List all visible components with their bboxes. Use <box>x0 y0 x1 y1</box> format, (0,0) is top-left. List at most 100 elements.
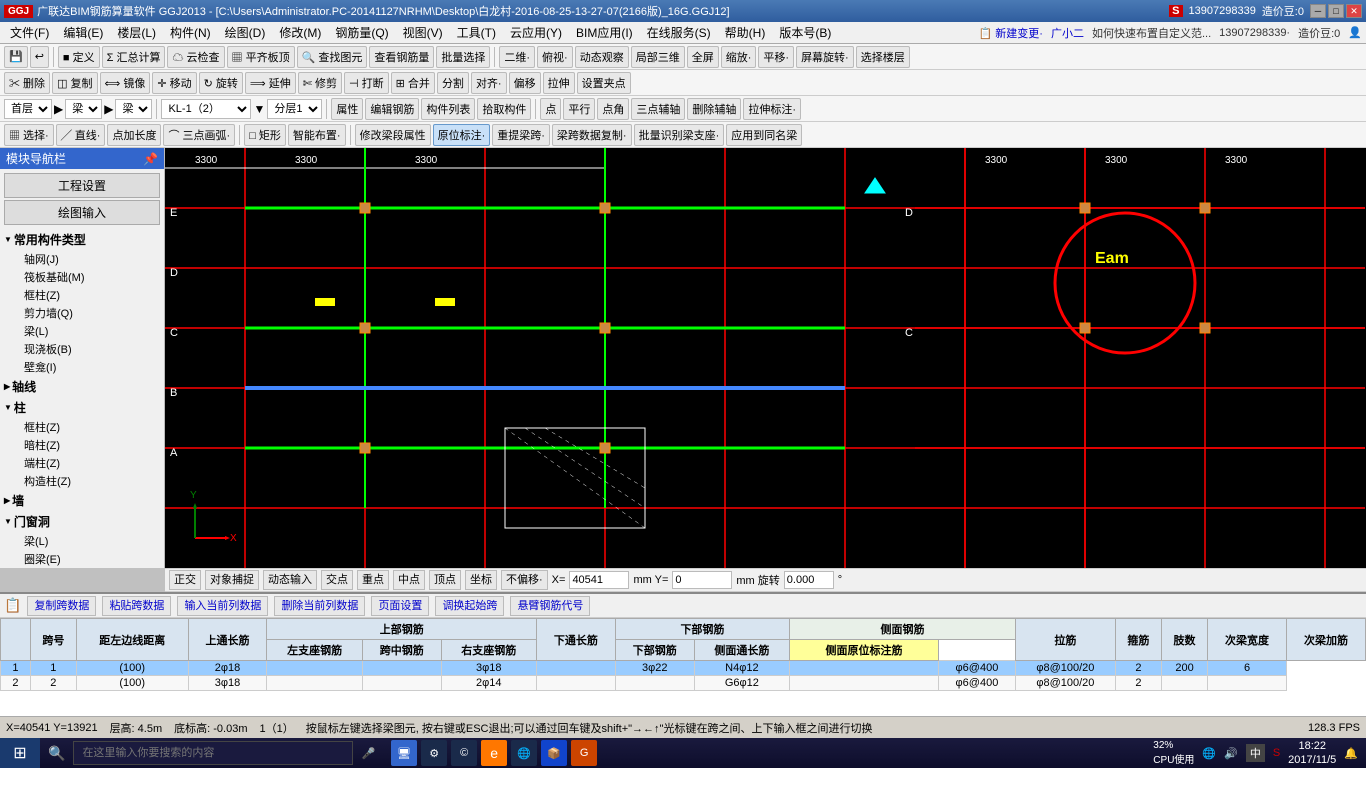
cell-left-seat-1[interactable] <box>267 661 362 676</box>
cell-bot-rebar-1[interactable]: 3φ22 <box>615 661 694 676</box>
member-code-select[interactable]: KL-1（2） <box>161 99 251 119</box>
split-btn[interactable]: 分割 <box>437 72 469 94</box>
three-point-axis-btn[interactable]: 三点辅轴 <box>631 98 685 120</box>
cell-side-pos-2[interactable] <box>790 676 939 691</box>
mirror-btn[interactable]: ⟺ 镜像 <box>100 72 151 94</box>
cell-right-seat-1[interactable]: 3φ18 <box>441 661 536 676</box>
center-btn[interactable]: 中点 <box>393 570 425 590</box>
move-btn[interactable]: ✛ 移动 <box>152 72 196 94</box>
member-select[interactable]: 梁 <box>115 99 152 119</box>
edit-rebar-btn[interactable]: 编辑钢筋 <box>365 98 419 120</box>
fullscreen-btn[interactable]: 全屏 <box>687 46 719 68</box>
item-frame-col[interactable]: 框柱(Z) <box>0 286 164 304</box>
cell-right-seat-2[interactable]: 2φ14 <box>441 676 536 691</box>
undo-btn[interactable]: ↩ <box>30 46 49 68</box>
guangxiao-btn[interactable]: 广小二 <box>1051 25 1084 41</box>
item-beam[interactable]: 梁(L) <box>0 322 164 340</box>
item-raft-foundation[interactable]: 筏板基础(M) <box>0 268 164 286</box>
group-common-members[interactable]: 常用构件类型 <box>0 229 164 250</box>
cell-top-through-1[interactable]: 2φ18 <box>188 661 267 676</box>
cell-beam-width-2[interactable] <box>1161 676 1207 691</box>
select-tool-btn[interactable]: ▦ 选择· <box>4 124 54 146</box>
swap-span-btn[interactable]: 调换起始跨 <box>435 596 504 616</box>
item-shear-wall[interactable]: 剪力墙(Q) <box>0 304 164 322</box>
taskbar-search[interactable] <box>73 741 353 765</box>
cell-side-pos-1[interactable] <box>790 661 939 676</box>
midpoint-btn[interactable]: 重点 <box>357 570 389 590</box>
menu-online[interactable]: 在线服务(S) <box>641 22 717 43</box>
pan-btn[interactable]: 平移· <box>758 46 794 68</box>
dynamic-obs-btn[interactable]: 动态观察 <box>575 46 629 68</box>
top-view-btn[interactable]: 俯视· <box>537 46 573 68</box>
taskbar-app-2[interactable]: ⚙ <box>421 740 447 766</box>
merge-btn[interactable]: ⊞ 合并 <box>391 72 435 94</box>
menu-edit[interactable]: 编辑(E) <box>57 22 109 43</box>
floor-select[interactable]: 首层 <box>4 99 52 119</box>
rect-btn[interactable]: □ 矩形 <box>244 124 286 146</box>
batch-select-btn[interactable]: 批量选择 <box>436 46 490 68</box>
menu-rebar-qty[interactable]: 钢筋量(Q) <box>329 22 394 43</box>
point-angle-btn[interactable]: 点角 <box>597 98 629 120</box>
find-element-btn[interactable]: 🔍 查找图元 <box>297 46 368 68</box>
in-situ-label-btn[interactable]: 原位标注· <box>433 124 491 146</box>
level-select[interactable]: 分层1 <box>267 99 322 119</box>
modify-beam-prop-btn[interactable]: 修改梁段属性 <box>355 124 431 146</box>
new-change-btn[interactable]: 📋 新建变更· <box>979 25 1043 41</box>
item-end-col[interactable]: 端柱(Z) <box>0 454 164 472</box>
item-ring-beam[interactable]: 圈梁(E) <box>0 550 164 568</box>
taskbar-app-1[interactable]: 🖥 <box>391 740 417 766</box>
item-cast-slab[interactable]: 现浇板(B) <box>0 340 164 358</box>
taskbar-app-5[interactable]: 🌐 <box>511 740 537 766</box>
y-input[interactable] <box>672 571 732 589</box>
stretch-btn[interactable]: 拉伸 <box>543 72 575 94</box>
property-btn[interactable]: 属性 <box>331 98 363 120</box>
rotate-btn[interactable]: ↻ 旋转 <box>199 72 243 94</box>
zoom-btn[interactable]: 缩放· <box>721 46 757 68</box>
cell-tie-1[interactable]: φ6@400 <box>938 661 1015 676</box>
batch-identify-btn[interactable]: 批量识别梁支座· <box>634 124 725 146</box>
menu-help[interactable]: 帮助(H) <box>719 22 772 43</box>
save-btn[interactable]: 💾 <box>4 46 28 68</box>
item-beam2[interactable]: 梁(L) <box>0 532 164 550</box>
view-rebar-btn[interactable]: 查看钢筋量 <box>369 46 434 68</box>
cell-mid-1[interactable] <box>362 661 441 676</box>
pick-member-btn[interactable]: 拾取构件 <box>477 98 531 120</box>
group-wall[interactable]: 墙 <box>0 490 164 511</box>
point-btn[interactable]: 点 <box>540 98 561 120</box>
input-col-btn[interactable]: 输入当前列数据 <box>177 596 268 616</box>
start-button[interactable]: ⊞ <box>0 738 40 768</box>
copy-span-btn[interactable]: 复制跨数据 <box>27 596 96 616</box>
group-axis[interactable]: 轴线 <box>0 376 164 397</box>
maximize-button[interactable]: □ <box>1328 4 1344 18</box>
cell-top-through-2[interactable]: 3φ18 <box>188 676 267 691</box>
apply-same-name-btn[interactable]: 应用到同名梁 <box>726 124 802 146</box>
cell-stirrup-2[interactable]: φ8@100/20 <box>1015 676 1115 691</box>
delete-btn[interactable]: ✂ 删除 <box>4 72 50 94</box>
vertex-btn[interactable]: 顶点 <box>429 570 461 590</box>
cell-side-through-2[interactable]: G6φ12 <box>694 676 789 691</box>
taskbar-app-6[interactable]: 📦 <box>541 740 567 766</box>
notification-icon[interactable]: 🔔 <box>1344 747 1358 760</box>
cell-bot-rebar-2[interactable] <box>615 676 694 691</box>
line-btn[interactable]: ╱ 直线· <box>56 124 106 146</box>
group-door-window[interactable]: 门窗洞 <box>0 511 164 532</box>
project-settings-btn[interactable]: 工程设置 <box>4 173 160 198</box>
cell-bot-through-1[interactable] <box>536 661 615 676</box>
select-floor-btn[interactable]: 选择楼层 <box>856 46 910 68</box>
cell-stirrup-1[interactable]: φ8@100/20 <box>1015 661 1115 676</box>
member-list-btn[interactable]: 构件列表 <box>421 98 475 120</box>
minimize-button[interactable]: ─ <box>1310 4 1326 18</box>
table-row[interactable]: 1 1 (100) 2φ18 3φ18 3φ22 N4φ12 φ6@400 φ8… <box>1 661 1366 676</box>
local-3d-btn[interactable]: 局部三维 <box>631 46 685 68</box>
menu-version[interactable]: 版本号(B) <box>773 22 837 43</box>
menu-file[interactable]: 文件(F) <box>4 22 55 43</box>
input-method[interactable]: 中 <box>1246 744 1265 762</box>
span-data-copy-btn[interactable]: 梁跨数据复制· <box>552 124 632 146</box>
item-axis[interactable]: 轴网(J) <box>0 250 164 268</box>
trim-btn[interactable]: ✄ 修剪 <box>298 72 342 94</box>
group-col[interactable]: 柱 <box>0 397 164 418</box>
data-table-container[interactable]: 跨号 距左边线距离 上通长筋 上部钢筋 下通长筋 下部钢筋 侧面钢筋 拉筋 箍筋… <box>0 618 1366 810</box>
type-select[interactable]: 梁 <box>65 99 102 119</box>
page-setup-btn[interactable]: 页面设置 <box>371 596 429 616</box>
menu-cloud[interactable]: 云应用(Y) <box>504 22 568 43</box>
